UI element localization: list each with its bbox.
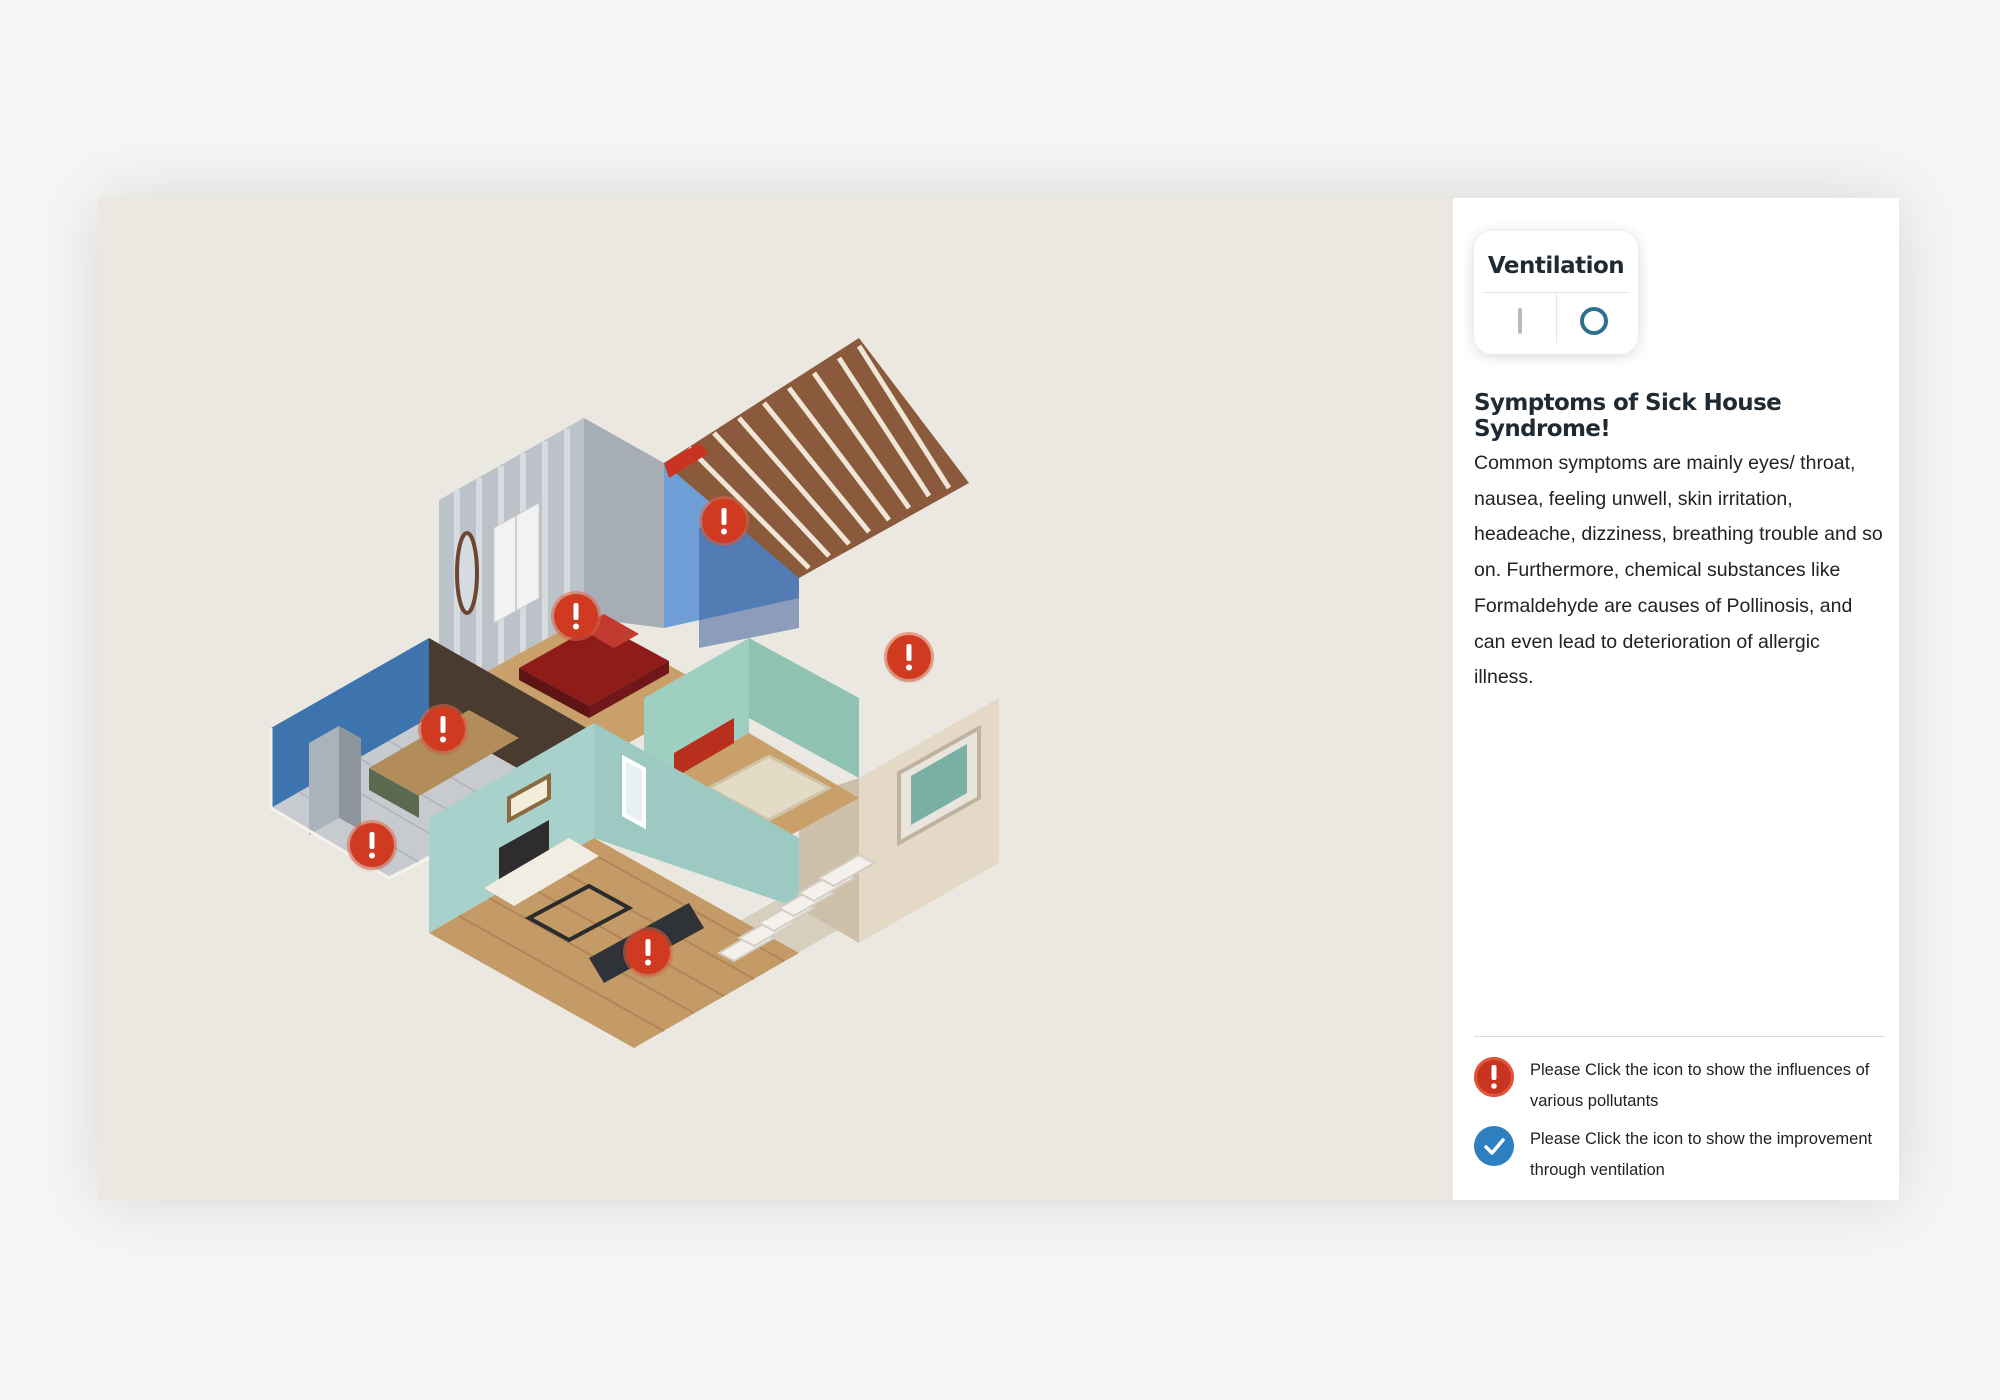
alert-icon-living-room[interactable]	[626, 930, 670, 974]
legend-divider	[1474, 1036, 1885, 1037]
alert-icon-kitchen[interactable]	[421, 707, 465, 751]
exclamation-icon	[440, 716, 446, 743]
isometric-house-illustration	[269, 338, 999, 1048]
ventilation-title: Ventilation	[1487, 253, 1625, 279]
ventilation-on-button[interactable]	[1484, 295, 1556, 347]
alert-icon-dining[interactable]	[350, 823, 394, 867]
panel-heading: Symptoms of Sick House Syndrome!	[1474, 390, 1782, 442]
alert-icon-bedroom[interactable]	[554, 594, 598, 638]
ventilation-toggle: Ventilation	[1474, 231, 1638, 354]
exclamation-icon	[573, 603, 579, 630]
power-on-icon	[1518, 308, 1522, 334]
pollutant-alert-icon	[1474, 1057, 1514, 1097]
ventilation-off-button[interactable]	[1558, 295, 1630, 347]
legend-text: Please Click the icon to show the influe…	[1530, 1061, 1870, 1110]
power-off-icon	[1580, 307, 1608, 335]
legend-item-pollutants: Please Click the icon to show the influe…	[1474, 1055, 1894, 1115]
alert-icon-bathroom[interactable]	[702, 499, 746, 543]
alert-icon-study[interactable]	[887, 635, 931, 679]
main-card: Ventilation Symptoms of Sick House Syndr…	[99, 198, 1899, 1200]
house-illustration-area	[99, 198, 1453, 1200]
panel-description: Common symptoms are mainly eyes/ throat,…	[1474, 452, 1883, 689]
divider	[1556, 293, 1557, 343]
exclamation-icon	[369, 832, 375, 859]
legend-item-ventilation: Please Click the icon to show the improv…	[1474, 1124, 1894, 1184]
exclamation-icon	[645, 939, 651, 966]
exclamation-icon	[721, 508, 727, 535]
ventilation-check-icon	[1474, 1126, 1514, 1166]
exclamation-icon	[906, 644, 912, 671]
info-panel: Ventilation Symptoms of Sick House Syndr…	[1453, 198, 1899, 1200]
legend-text: Please Click the icon to show the improv…	[1530, 1130, 1873, 1179]
